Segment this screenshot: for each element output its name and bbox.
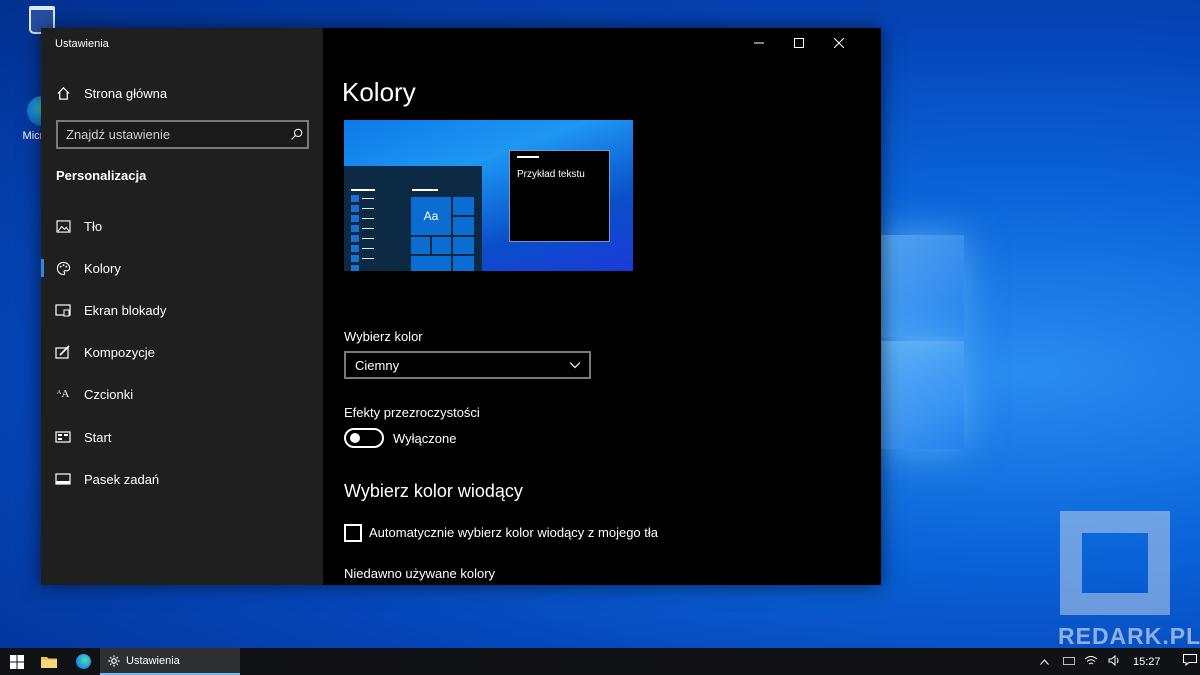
window-title: Ustawienia (55, 38, 109, 50)
choose-color-label: Wybierz kolor (344, 329, 423, 344)
auto-accent-label[interactable]: Automatycznie wybierz kolor wiodący z mo… (369, 525, 658, 540)
windows-logo-wallpaper (880, 225, 964, 450)
nav-label: Start (84, 429, 112, 445)
home-link[interactable]: Strona główna (41, 76, 323, 110)
maximize-icon (794, 38, 804, 48)
start-icon (55, 429, 71, 445)
color-preview: Aa Przykład tekstu (344, 120, 633, 271)
chevron-down-icon (569, 362, 581, 369)
volume-icon[interactable] (1108, 654, 1121, 669)
palette-icon (55, 260, 71, 276)
settings-window: Ustawienia Strona główna Personalizacja … (41, 28, 881, 585)
preview-tile: Aa (411, 197, 451, 235)
minimize-button[interactable] (739, 28, 779, 58)
nav-label: Ekran blokady (84, 302, 167, 318)
taskbar-icon (55, 471, 71, 487)
color-mode-dropdown[interactable]: Ciemny (344, 351, 591, 379)
nav-item-taskbar[interactable]: Pasek zadań (41, 462, 323, 496)
transparency-label: Efekty przezroczystości (344, 405, 480, 420)
color-mode-value: Ciemny (355, 357, 400, 373)
page-title: Kolory (342, 77, 416, 107)
content-pane: Kolory Aa Przykład tekstu Wybierz kolor … (323, 28, 881, 585)
transparency-state: Wyłączone (393, 431, 457, 446)
clock[interactable]: 15:27 (1133, 656, 1161, 668)
nav-label: Pasek zadań (84, 471, 160, 487)
lock-screen-icon (55, 302, 71, 318)
folder-icon (41, 657, 57, 668)
preview-start-menu: Aa (344, 166, 482, 271)
file-explorer-button[interactable] (36, 648, 62, 675)
nav-item-themes[interactable]: Kompozycje (41, 335, 323, 369)
start-button[interactable] (4, 648, 30, 675)
edge-icon (75, 654, 91, 669)
recent-colors-label: Niedawno używane kolory (344, 566, 496, 581)
home-icon (55, 85, 71, 101)
transparency-toggle[interactable] (344, 428, 384, 448)
nav-item-fonts[interactable]: ᴬA Czcionki (41, 377, 323, 411)
nav-item-start[interactable]: Start (41, 420, 323, 454)
home-label: Strona główna (84, 85, 168, 101)
nav-item-colors[interactable]: Kolory (41, 251, 323, 285)
accent-color-heading: Wybierz kolor wiodący (344, 481, 523, 501)
search-input[interactable] (66, 127, 285, 142)
taskbar-app-settings[interactable]: Ustawienia (100, 648, 240, 675)
taskbar: Ustawienia 15:27 (0, 648, 1200, 675)
network-icon[interactable] (1084, 655, 1098, 669)
windows-icon (10, 654, 24, 669)
taskbar-app-label: Ustawienia (126, 654, 180, 667)
close-button[interactable] (819, 28, 859, 58)
preview-sample-text: Przykład tekstu (517, 169, 585, 180)
watermark-logo (1060, 511, 1170, 615)
minimize-icon (754, 42, 764, 44)
edge-button[interactable] (70, 648, 96, 675)
auto-accent-checkbox[interactable] (344, 524, 362, 542)
nav-item-background[interactable]: Tło (41, 209, 323, 243)
nav-label: Kolory (84, 260, 121, 276)
brush-icon (55, 344, 71, 360)
system-tray: 15:27 (1040, 648, 1197, 675)
keyboard-icon[interactable] (1063, 656, 1075, 668)
nav-item-lock-screen[interactable]: Ekran blokady (41, 293, 323, 327)
nav-label: Tło (84, 218, 103, 234)
image-icon (55, 218, 71, 234)
sidebar: Ustawienia Strona główna Personalizacja … (41, 28, 323, 585)
section-title: Personalizacja (56, 168, 147, 183)
search-icon[interactable] (285, 128, 307, 141)
notifications-icon[interactable] (1182, 654, 1197, 669)
chevron-up-icon[interactable] (1040, 656, 1049, 668)
font-icon: ᴬA (56, 388, 70, 400)
watermark-text: REDARK.PL (1058, 623, 1200, 649)
nav-label: Kompozycje (84, 344, 155, 360)
gear-icon (108, 654, 120, 667)
maximize-button[interactable] (779, 28, 819, 58)
preview-window: Przykład tekstu (509, 150, 610, 242)
close-icon (834, 38, 844, 48)
search-box[interactable] (56, 120, 309, 149)
nav-label: Czcionki (84, 386, 134, 402)
